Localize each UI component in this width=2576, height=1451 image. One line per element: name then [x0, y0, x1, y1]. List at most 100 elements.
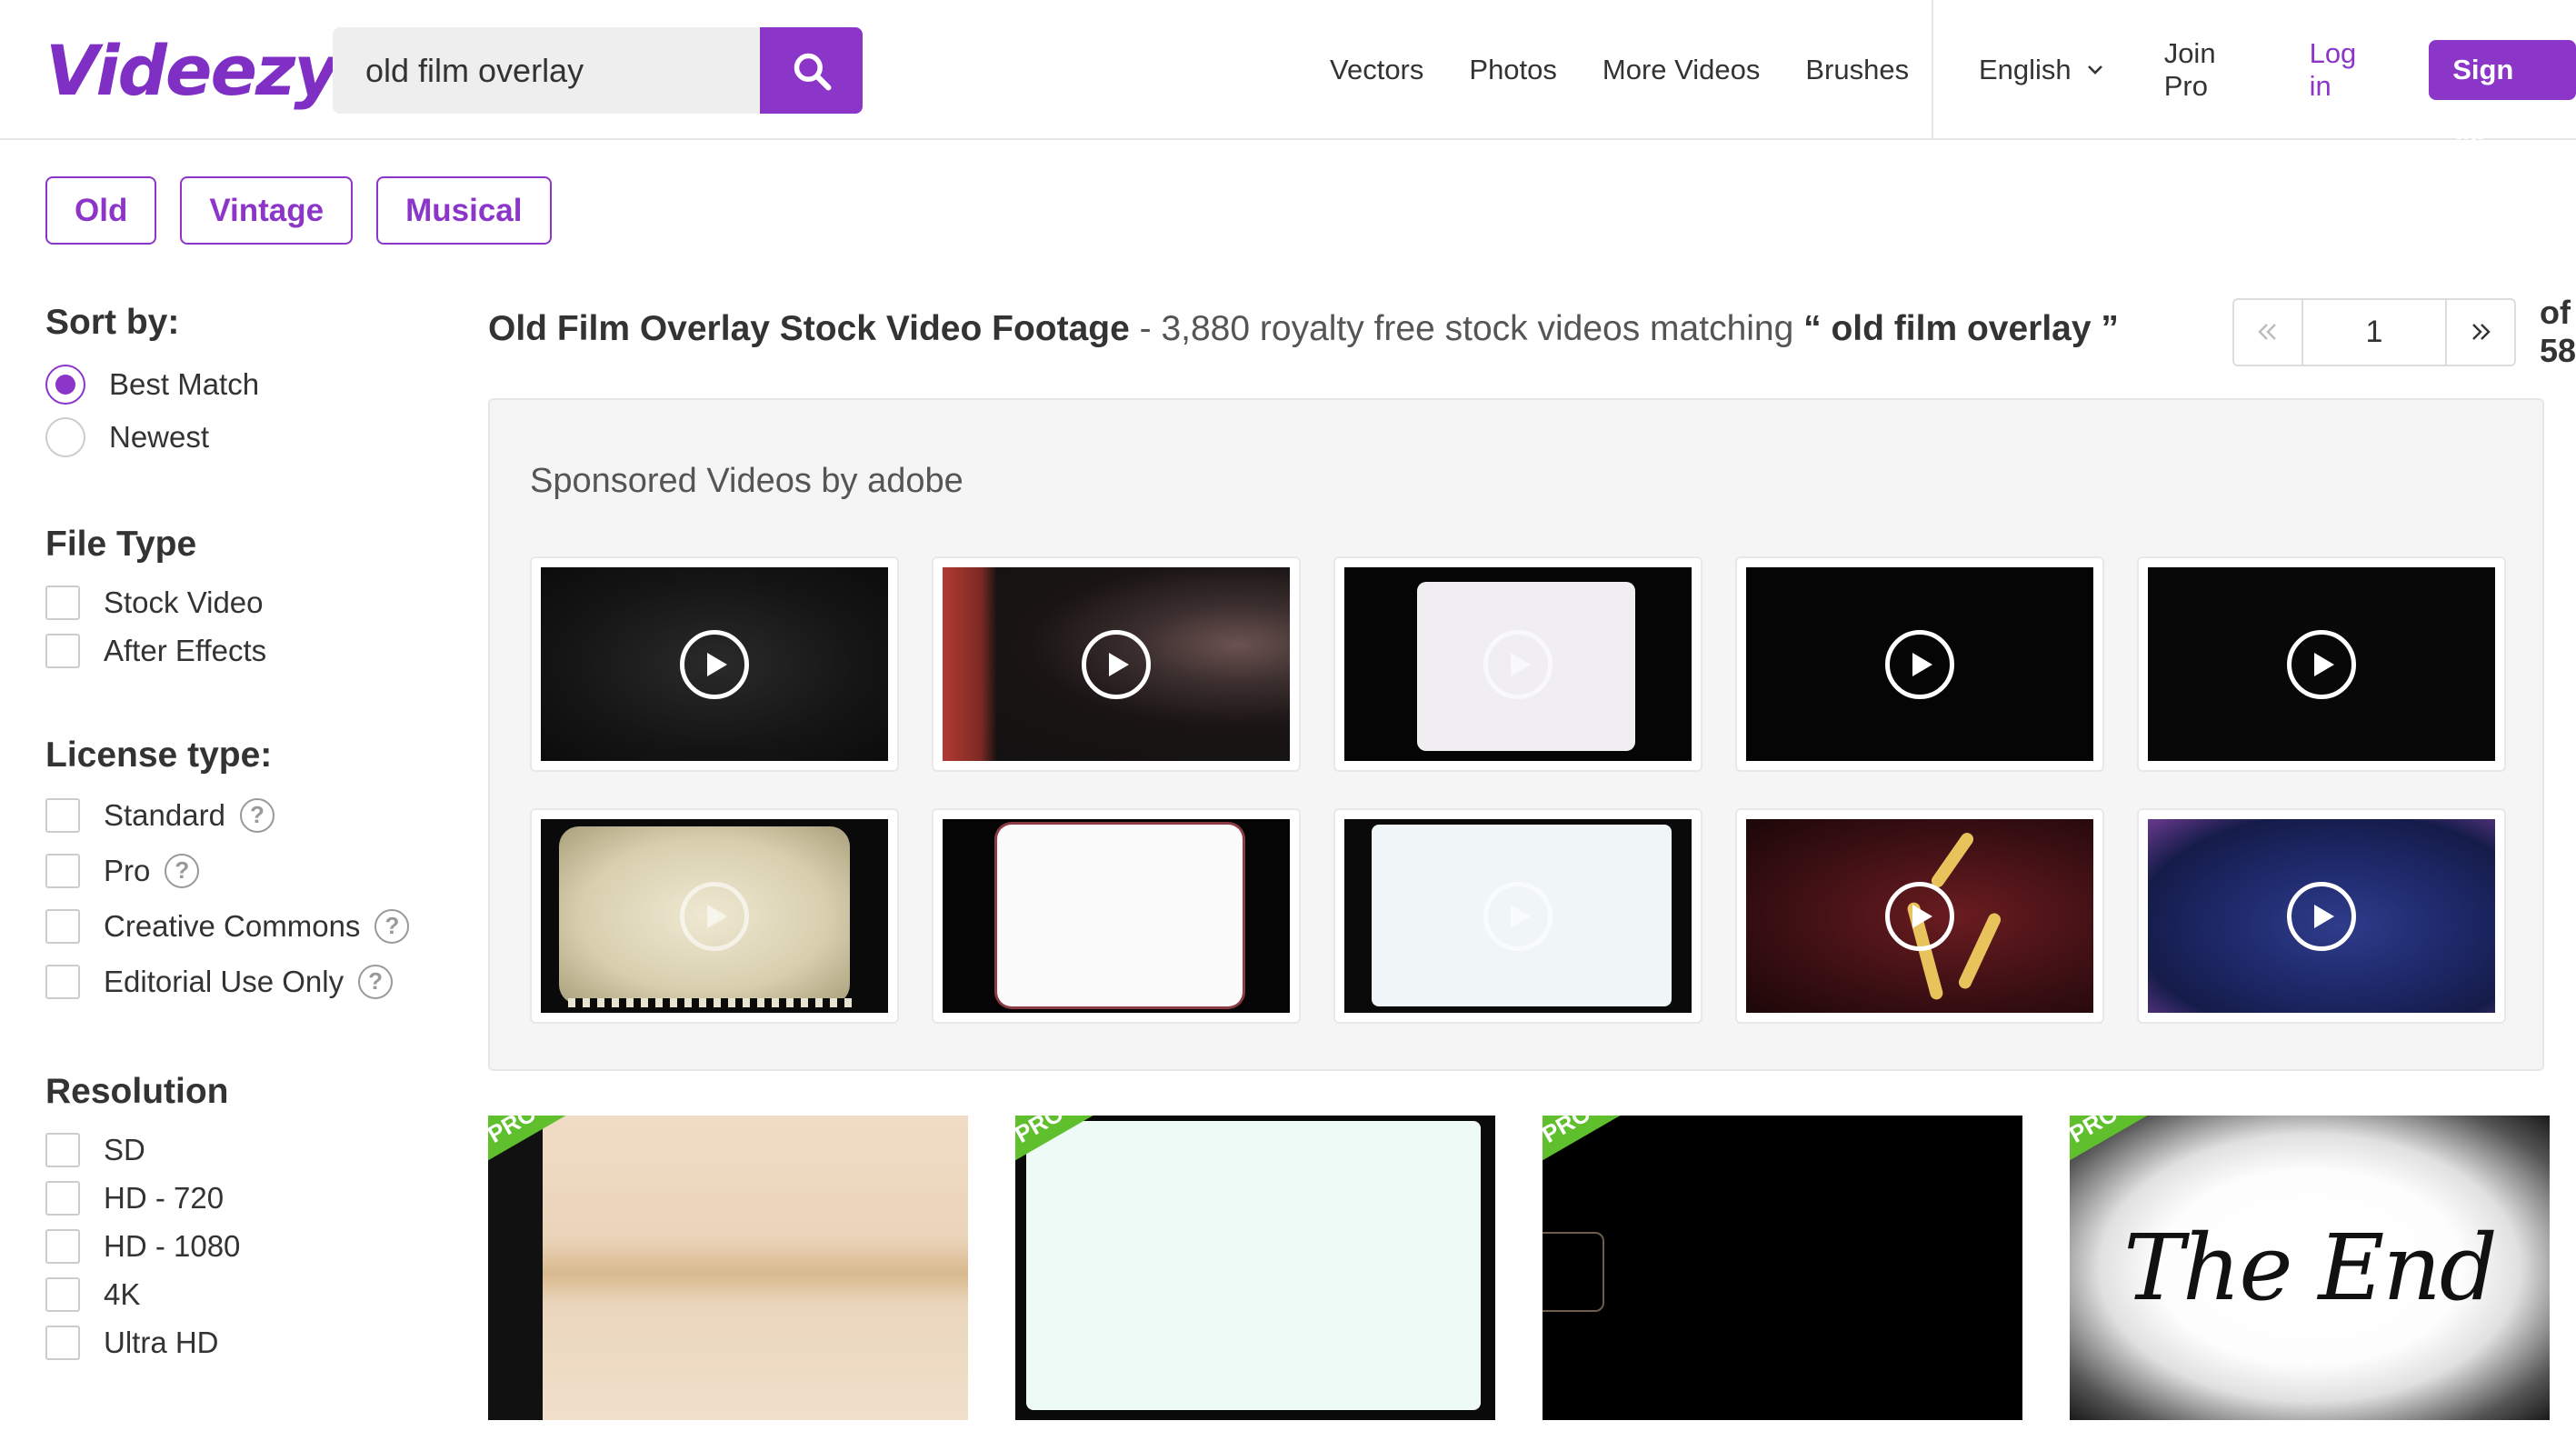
play-icon[interactable] — [1082, 629, 1151, 699]
video-thumbnail — [1746, 567, 2093, 761]
filter-4k[interactable]: 4K — [45, 1270, 445, 1318]
help-icon[interactable]: ? — [358, 964, 394, 999]
sponsored-video-card[interactable] — [1735, 556, 2104, 772]
filter-hd-720[interactable]: HD - 720 — [45, 1174, 445, 1222]
sort-option-label: Best Match — [109, 367, 260, 401]
filter-standard[interactable]: Standard ? — [45, 787, 445, 843]
login-link[interactable]: Log in — [2310, 37, 2384, 103]
sponsored-title: Sponsored Videos by adobe — [530, 462, 964, 500]
sponsored-video-card[interactable] — [530, 556, 899, 772]
results-heading: Old Film Overlay Stock Video Footage - 3… — [488, 305, 2119, 353]
signup-button[interactable]: Sign up — [2429, 40, 2576, 145]
sponsored-video-card[interactable] — [1333, 808, 1702, 1024]
radio-selected[interactable] — [45, 365, 85, 405]
play-icon[interactable] — [680, 881, 749, 951]
filter-stock-video[interactable]: Stock Video — [45, 578, 445, 626]
sort-newest[interactable]: Newest — [45, 411, 445, 464]
resolution-title: Resolution — [45, 1072, 229, 1111]
filter-ultra-hd[interactable]: Ultra HD — [45, 1318, 445, 1366]
sponsored-video-card[interactable] — [932, 808, 1301, 1024]
prev-page-button[interactable] — [2234, 300, 2301, 365]
play-icon[interactable] — [1483, 881, 1553, 951]
video-thumbnail — [2148, 567, 2495, 761]
filter-editorial-use-only[interactable]: Editorial Use Only ? — [45, 954, 445, 1009]
checkbox[interactable] — [45, 633, 80, 668]
chevron-down-icon — [2087, 65, 2102, 75]
video-thumbnail — [1015, 1116, 1495, 1420]
search-input[interactable] — [333, 27, 760, 114]
filter-label: HD - 1080 — [104, 1228, 241, 1263]
filter-label: SD — [104, 1132, 145, 1166]
tag-vintage[interactable]: Vintage — [180, 176, 354, 245]
filter-after-effects[interactable]: After Effects — [45, 626, 445, 675]
page-number-input[interactable]: 1 — [2301, 299, 2447, 365]
play-icon[interactable] — [2287, 881, 2356, 951]
sponsored-video-card[interactable] — [932, 556, 1301, 772]
nav-brushes[interactable]: Brushes — [1805, 54, 1909, 86]
radio-unselected[interactable] — [45, 417, 85, 457]
pagination: 1 of 58 — [2232, 294, 2576, 370]
filter-label: 4K — [104, 1276, 141, 1311]
filter-sd[interactable]: SD — [45, 1126, 445, 1174]
video-thumbnail: The End — [2070, 1116, 2550, 1420]
checkbox[interactable] — [45, 964, 80, 999]
play-icon[interactable] — [1885, 629, 1954, 699]
page-count: of 58 — [2540, 294, 2576, 369]
play-icon[interactable] — [1885, 881, 1954, 951]
filter-hd-1080[interactable]: HD - 1080 — [45, 1222, 445, 1270]
checkbox[interactable] — [45, 853, 80, 888]
video-thumbnail — [943, 819, 1290, 1013]
checkbox[interactable] — [45, 1132, 80, 1167]
checkbox[interactable] — [45, 797, 80, 833]
checkbox[interactable] — [45, 1180, 80, 1216]
video-result-card[interactable]: PRO The End — [2070, 1116, 2550, 1420]
video-result-card[interactable]: PRO — [1543, 1116, 2022, 1420]
checkbox[interactable] — [45, 1325, 80, 1360]
sort-best-match[interactable]: Best Match — [45, 358, 445, 411]
sponsored-video-card[interactable] — [1333, 556, 1702, 772]
video-thumbnail — [1344, 819, 1692, 1013]
sponsored-grid — [530, 556, 2506, 1024]
language-dropdown[interactable]: English — [1979, 54, 2104, 86]
video-result-card[interactable]: PRO — [1015, 1116, 1495, 1420]
tag-musical[interactable]: Musical — [376, 176, 552, 245]
license-title: License type: — [45, 736, 273, 775]
help-icon[interactable]: ? — [374, 908, 410, 944]
filter-label: Ultra HD — [104, 1325, 219, 1359]
help-icon[interactable]: ? — [239, 797, 275, 833]
filter-pro[interactable]: Pro ? — [45, 843, 445, 898]
next-page-button[interactable] — [2447, 300, 2514, 365]
filter-creative-commons[interactable]: Creative Commons ? — [45, 898, 445, 954]
video-result-card[interactable]: PRO — [488, 1116, 968, 1420]
play-icon[interactable] — [1483, 629, 1553, 699]
play-icon[interactable] — [680, 629, 749, 699]
video-thumbnail — [1543, 1116, 2022, 1420]
sponsored-video-card[interactable] — [2137, 556, 2506, 772]
search-icon — [794, 53, 831, 90]
sponsored-video-card[interactable] — [530, 808, 899, 1024]
join-pro-link[interactable]: Join Pro — [2164, 37, 2264, 103]
search-button[interactable] — [760, 27, 863, 114]
videezy-logo[interactable]: Videezy — [45, 27, 339, 115]
nav-divider — [1932, 0, 1933, 140]
video-thumbnail — [541, 567, 888, 761]
search-bar — [333, 27, 863, 114]
sponsored-video-card[interactable] — [2137, 808, 2506, 1024]
nav-more-videos[interactable]: More Videos — [1603, 54, 1760, 86]
account-nav: English Join Pro Log in Sign up — [1979, 0, 2576, 145]
help-icon[interactable]: ? — [165, 853, 200, 888]
nav-photos[interactable]: Photos — [1469, 54, 1557, 86]
sort-option-label: Newest — [109, 420, 210, 454]
page-title: Old Film Overlay Stock Video Footage — [488, 309, 1130, 348]
checkbox[interactable] — [45, 908, 80, 944]
checkbox[interactable] — [45, 1276, 80, 1312]
tag-old[interactable]: Old — [45, 176, 157, 245]
checkbox[interactable] — [45, 585, 80, 620]
checkbox[interactable] — [45, 1228, 80, 1264]
play-icon[interactable] — [2287, 629, 2356, 699]
sponsored-videos: Sponsored Videos by adobe — [488, 398, 2544, 1071]
nav-vectors[interactable]: Vectors — [1330, 54, 1423, 86]
sort-title: Sort by: — [45, 303, 180, 342]
sponsored-video-card[interactable] — [1735, 808, 2104, 1024]
video-thumbnail — [541, 819, 888, 1013]
